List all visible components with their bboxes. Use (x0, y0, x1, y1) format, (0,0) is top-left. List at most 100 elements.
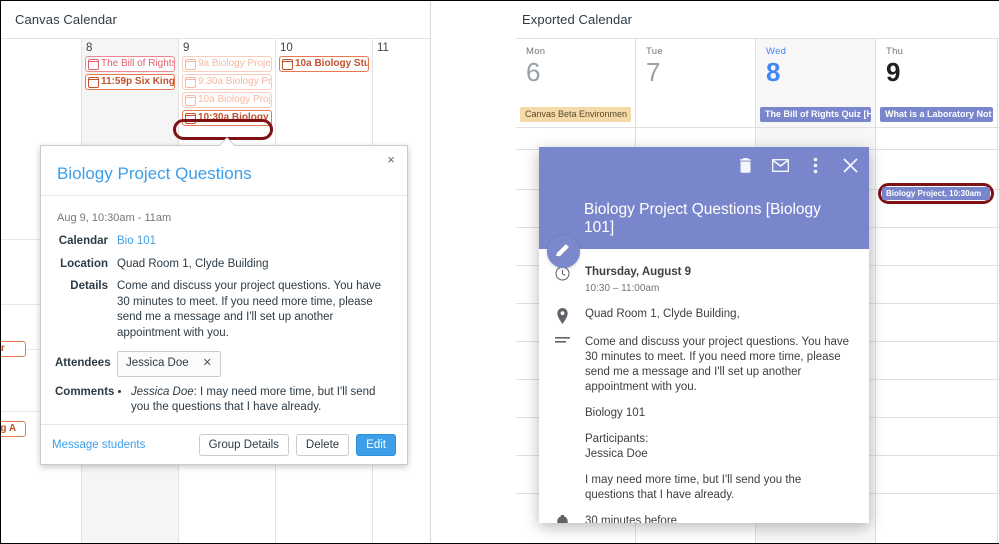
calendar-plus-icon (185, 94, 196, 106)
attendee-chip[interactable]: Jessica Doe ✕ (117, 351, 221, 377)
detail-row-comments: Comments Jessica Doe: I may need more ti… (55, 385, 393, 416)
exported-calendar-panel: Exported Calendar Mon 6 Canvas Beta Envi… (432, 1, 999, 543)
calendar-event-label: Chapter (1, 343, 5, 354)
calendar-event[interactable]: 9a Biology Projec (182, 56, 272, 72)
location-value: Quad Room 1, Clyde Building (117, 257, 269, 270)
detail-row-datetime: Thursday, August 9 10:30 – 11:00am (539, 265, 853, 296)
popover-footer: Message students Group Details Delete Ed… (41, 424, 407, 464)
detail-label: Attendees (55, 357, 111, 369)
location-pin-icon (539, 307, 585, 324)
canvas-panel-title: Canvas Calendar (15, 12, 117, 27)
comment-author: Jessica Doe (131, 385, 194, 398)
calendar-event[interactable]: 10a Biology Stud (279, 56, 369, 72)
description-course: Biology 101 (585, 407, 646, 419)
delete-icon[interactable] (737, 157, 754, 174)
all-day-event-chip[interactable]: What is a Laboratory Not (880, 107, 993, 122)
reminder-value: 30 minutes before (585, 515, 678, 523)
day-number: 9 (183, 42, 190, 54)
list-item: Jessica Doe: I may need more time, but I… (131, 385, 393, 416)
calendar-event-label: 9:30a Biology Pro (198, 76, 271, 87)
location-value: Quad Room 1, Clyde Building, (585, 308, 740, 320)
highlighted-event-chip[interactable]: Biology Project, 10:30am (882, 187, 990, 200)
close-icon[interactable]: × (382, 151, 400, 169)
delete-button[interactable]: Delete (295, 433, 350, 456)
details-value: Come and discuss your project questions.… (117, 280, 382, 339)
detail-row-description: Come and discuss your project questions.… (539, 335, 853, 503)
all-day-event-chip[interactable]: Canvas Beta Environmen (520, 107, 631, 122)
calendar-event[interactable]: 10a Biology Proje (182, 92, 272, 108)
popover-title: Biology Project Questions (41, 146, 407, 196)
calendar-event-label: The Bill of Rights (101, 58, 174, 69)
description-lines-icon (539, 335, 585, 503)
participants-label: Participants: (585, 433, 649, 445)
google-event-detail-card: Biology Project Questions [Biology 101] … (539, 147, 869, 523)
day-number: 9 (886, 57, 901, 87)
calendar-plus-icon (185, 76, 196, 88)
calendar-event-label: 10a Biology Proje (198, 94, 271, 105)
calendar-event-label: Reading A (1, 423, 17, 434)
rocket-icon (88, 58, 99, 70)
day-number: 6 (526, 57, 541, 87)
calendar-event-label: 9a Biology Projec (198, 58, 271, 69)
day-of-week: Tue (646, 46, 663, 57)
card-actions (737, 157, 859, 174)
bell-icon (539, 514, 585, 523)
remove-attendee-icon[interactable]: ✕ (203, 356, 212, 372)
description-comment: I may need more time, but I'll send you … (585, 474, 802, 501)
detail-row-location: Location Quad Room 1, Clyde Building (55, 257, 393, 273)
detail-row-location: Quad Room 1, Clyde Building, (539, 307, 853, 324)
day-of-week: Wed (766, 46, 787, 57)
day-number: 11 (377, 42, 389, 54)
detail-row-reminder: 30 minutes before (539, 514, 853, 523)
calendar-event[interactable]: 11:59p Six Kingd (85, 74, 175, 90)
card-title: Biology Project Questions [Biology 101] (584, 201, 821, 236)
attendee-name: Jessica Doe (126, 357, 189, 369)
canvas-calendar-panel: Canvas Calendar Chapter Reading A 8 The … (1, 1, 431, 543)
day-of-week: Thu (886, 46, 904, 57)
detail-label: Comments (55, 385, 115, 398)
detail-row-attendees: Attendees Jessica Doe ✕ (55, 351, 393, 377)
calendar-event[interactable]: Reading A (1, 421, 26, 437)
day-number: 7 (646, 57, 661, 87)
close-icon[interactable] (842, 157, 859, 174)
calendar-event-label: 10a Biology Stud (295, 58, 368, 69)
event-time: 10:30 – 11:00am (585, 283, 660, 294)
calendar-icon (282, 58, 293, 70)
card-body: Thursday, August 9 10:30 – 11:00am Quad … (539, 249, 869, 523)
group-details-button[interactable]: Group Details (198, 433, 289, 456)
day-number-today: 8 (766, 57, 781, 87)
day-of-week: Mon (526, 46, 546, 57)
detail-row-details: Details Come and discuss your project qu… (55, 279, 393, 341)
edit-pencil-icon[interactable] (547, 235, 580, 268)
calendar-link[interactable]: Bio 101 (117, 234, 393, 250)
day-number: 8 (86, 42, 93, 54)
comment-list: Jessica Doe: I may need more time, but I… (131, 385, 393, 416)
all-day-event-chip[interactable]: The Bill of Rights Quiz [H (760, 107, 871, 122)
event-datetime: Aug 9, 10:30am - 11am (57, 212, 172, 224)
popover-arrow (219, 137, 235, 146)
event-date: Thursday, August 9 (585, 266, 692, 278)
calendar-event[interactable]: Chapter (1, 341, 26, 357)
more-options-icon[interactable] (807, 157, 824, 174)
day-number: 10 (280, 42, 293, 54)
canvas-event-popover: × Biology Project Questions Aug 9, 10:30… (40, 145, 408, 465)
email-icon[interactable] (772, 157, 789, 174)
clock-icon (539, 265, 585, 296)
popover-body: Aug 9, 10:30am - 11am Calendar Bio 101 L… (41, 196, 407, 416)
calendar-event-label: 11:59p Six Kingd (101, 76, 174, 87)
card-header: Biology Project Questions [Biology 101] (539, 147, 869, 249)
google-day-column-thu[interactable]: Thu 9 What is a Laboratory Not (876, 39, 998, 543)
detail-label: Location (60, 257, 108, 270)
participant-name: Jessica Doe (585, 448, 648, 460)
calendar-event[interactable]: 9:30a Biology Pro (182, 74, 272, 90)
calendar-event[interactable]: The Bill of Rights (85, 56, 175, 72)
detail-label: Details (70, 280, 108, 292)
description-paragraph: Come and discuss your project questions.… (585, 336, 850, 393)
calendar-plus-icon (185, 58, 196, 70)
detail-row-calendar: Calendar Bio 101 (55, 234, 393, 250)
message-students-link[interactable]: Message students (52, 439, 145, 451)
google-panel-title: Exported Calendar (522, 12, 633, 27)
edit-button[interactable]: Edit (356, 433, 396, 456)
detail-label: Calendar (58, 235, 108, 247)
assignment-icon (88, 76, 99, 88)
